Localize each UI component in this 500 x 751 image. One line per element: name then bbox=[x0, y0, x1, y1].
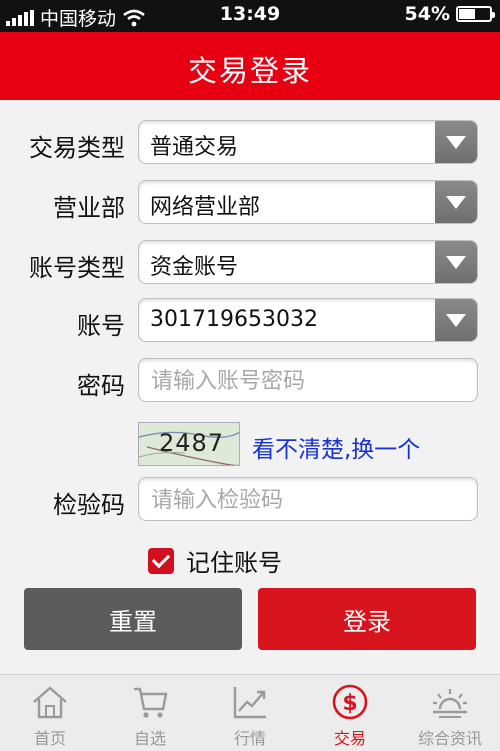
chart-trend-icon bbox=[233, 687, 266, 719]
verify-field-box bbox=[138, 477, 478, 521]
tab-trade[interactable]: $ 交易 bbox=[300, 675, 400, 751]
account-type-value: 资金账号 bbox=[150, 255, 239, 280]
account-type-row: 账号类型 资金账号 bbox=[0, 240, 500, 286]
tab-label: 首页 bbox=[33, 729, 66, 748]
tab-bar: 首页 自选 行情 $ 交易 综合资讯 bbox=[0, 674, 500, 751]
cart-icon bbox=[134, 687, 168, 718]
tab-news[interactable]: 综合资讯 bbox=[400, 675, 500, 751]
svg-text:$: $ bbox=[342, 691, 357, 716]
account-select[interactable]: 301719653032 bbox=[138, 298, 478, 342]
tab-label: 行情 bbox=[233, 729, 266, 748]
battery-icon bbox=[456, 6, 495, 22]
home-icon bbox=[33, 686, 67, 719]
password-field-box bbox=[138, 358, 478, 402]
tab-watchlist[interactable]: 自选 bbox=[100, 675, 200, 751]
branch-label: 营业部 bbox=[53, 194, 125, 222]
trade-type-label: 交易类型 bbox=[29, 134, 125, 162]
account-row: 账号 301719653032 bbox=[0, 298, 500, 344]
remember-label: 记住账号 bbox=[186, 549, 282, 577]
verify-row: 检验码 bbox=[0, 477, 500, 523]
sunrise-news-icon bbox=[433, 689, 467, 718]
dollar-circle-icon: $ bbox=[332, 684, 368, 720]
verify-label: 检验码 bbox=[53, 491, 125, 519]
account-value: 301719653032 bbox=[150, 307, 318, 332]
verify-code-input[interactable] bbox=[149, 483, 463, 517]
tab-label: 自选 bbox=[133, 729, 166, 748]
password-input[interactable] bbox=[149, 364, 463, 398]
tab-market[interactable]: 行情 bbox=[200, 675, 300, 751]
chevron-down-icon[interactable] bbox=[435, 241, 477, 283]
account-type-label: 账号类型 bbox=[29, 254, 125, 282]
app-header: 交易登录 bbox=[0, 32, 500, 100]
remember-account[interactable]: 记住账号 bbox=[148, 543, 282, 578]
battery-percent: 54% bbox=[404, 3, 450, 25]
chevron-down-icon[interactable] bbox=[435, 121, 477, 163]
password-label: 密码 bbox=[77, 372, 125, 400]
captcha-code: 2487 bbox=[159, 429, 225, 457]
trade-type-select[interactable]: 普通交易 bbox=[138, 120, 478, 164]
login-button[interactable]: 登录 bbox=[258, 588, 476, 650]
captcha-image[interactable]: 2487 bbox=[138, 422, 240, 466]
remember-checkbox[interactable] bbox=[148, 547, 174, 574]
account-label: 账号 bbox=[77, 312, 125, 340]
status-bar: 中国移动 13:49 54% bbox=[0, 0, 500, 32]
trade-type-value: 普通交易 bbox=[150, 135, 239, 160]
chevron-down-icon[interactable] bbox=[435, 299, 477, 341]
account-type-select[interactable]: 资金账号 bbox=[138, 240, 478, 284]
tab-home[interactable]: 首页 bbox=[0, 675, 100, 751]
branch-value: 网络营业部 bbox=[150, 195, 261, 220]
password-row: 密码 bbox=[0, 358, 500, 404]
page-title: 交易登录 bbox=[187, 54, 312, 88]
chevron-down-icon[interactable] bbox=[435, 181, 477, 223]
tab-label: 综合资讯 bbox=[417, 729, 482, 748]
reset-button[interactable]: 重置 bbox=[24, 588, 242, 650]
branch-row: 营业部 网络营业部 bbox=[0, 180, 500, 226]
tab-label: 交易 bbox=[333, 729, 366, 748]
captcha-refresh-link[interactable]: 看不清楚,换一个 bbox=[252, 430, 420, 464]
trade-type-row: 交易类型 普通交易 bbox=[0, 120, 500, 166]
branch-select[interactable]: 网络营业部 bbox=[138, 180, 478, 224]
